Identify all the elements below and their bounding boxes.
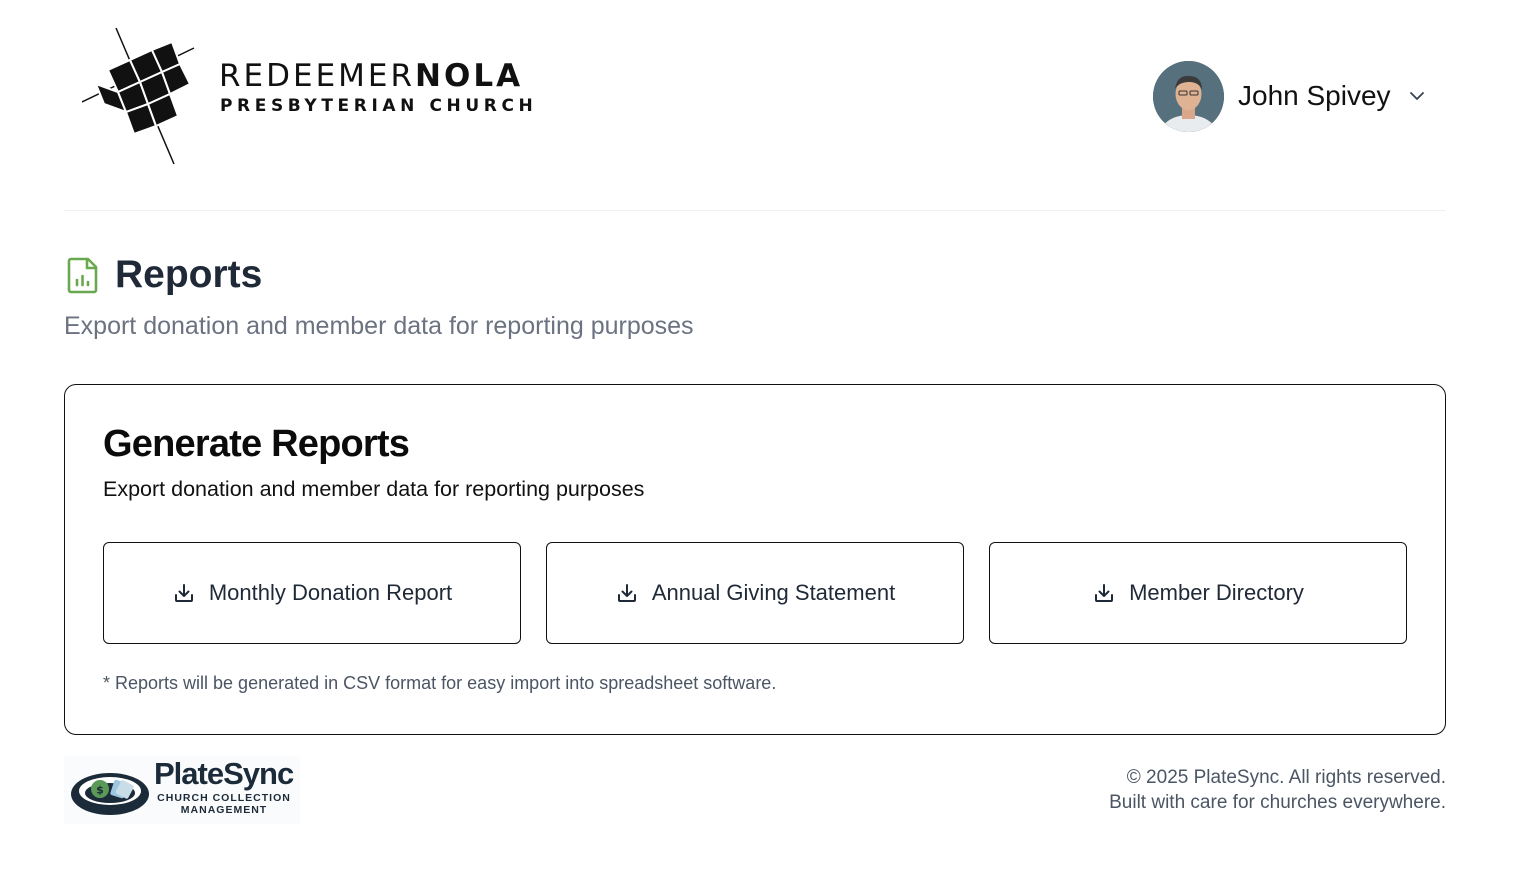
card-description: Export donation and member data for repo… xyxy=(103,477,645,501)
user-menu[interactable]: John Spivey xyxy=(1153,60,1433,132)
download-icon xyxy=(174,584,193,602)
platesync-name: PlateSync xyxy=(154,756,294,791)
church-logo-subtitle: PRESBYTERIAN CHURCH xyxy=(220,96,538,116)
avatar-photo xyxy=(1153,60,1224,132)
page-title: Reports xyxy=(115,253,263,296)
church-logo-word-redeemer: REDEEMER xyxy=(219,58,416,94)
user-name: John Spivey xyxy=(1238,80,1391,111)
card-title: Generate Reports xyxy=(103,423,410,465)
svg-text:$: $ xyxy=(96,784,104,797)
generate-reports-card: Generate Reports Export donation and mem… xyxy=(64,384,1446,735)
member-directory-button[interactable]: Member Directory xyxy=(989,542,1407,644)
header: REDEEMERNOLA PRESBYTERIAN CHURCH John Sp… xyxy=(64,0,1446,211)
avatar[interactable] xyxy=(1153,60,1224,132)
footer-text: © 2025 PlateSync. All rights reserved. B… xyxy=(1109,765,1446,815)
button-label: Monthly Donation Report xyxy=(208,580,453,605)
csv-format-note: * Reports will be generated in CSV forma… xyxy=(103,673,777,693)
collection-plate-icon: $ xyxy=(71,773,149,815)
church-logo-word-nola: NOLA xyxy=(415,58,524,94)
reports-page: REDEEMERNOLA PRESBYTERIAN CHURCH John Sp… xyxy=(0,0,1532,876)
chevron-down-icon[interactable] xyxy=(1407,86,1427,106)
monthly-donation-report-button[interactable]: Monthly Donation Report xyxy=(103,542,521,644)
report-file-icon xyxy=(67,257,98,294)
download-icon xyxy=(1095,584,1114,602)
copyright-text: © 2025 PlateSync. All rights reserved. xyxy=(1126,767,1446,788)
church-logo-mark xyxy=(82,27,195,165)
button-label: Annual Giving Statement xyxy=(651,580,896,605)
download-icon xyxy=(617,584,636,602)
annual-giving-statement-button[interactable]: Annual Giving Statement xyxy=(546,542,964,644)
footer-tagline: Built with care for churches everywhere. xyxy=(1109,792,1446,813)
page-subtitle: Export donation and member data for repo… xyxy=(64,312,694,340)
platesync-logo[interactable]: $ PlateSync CHURCH COLLECTION MANAGEMENT xyxy=(64,756,300,824)
church-logo-wordmark: REDEEMERNOLA xyxy=(219,61,523,92)
platesync-tagline: CHURCH COLLECTION MANAGEMENT xyxy=(157,792,291,816)
church-logo[interactable]: REDEEMERNOLA PRESBYTERIAN CHURCH xyxy=(82,26,533,166)
button-label: Member Directory xyxy=(1129,580,1304,605)
page-title-row: Reports xyxy=(64,252,262,298)
